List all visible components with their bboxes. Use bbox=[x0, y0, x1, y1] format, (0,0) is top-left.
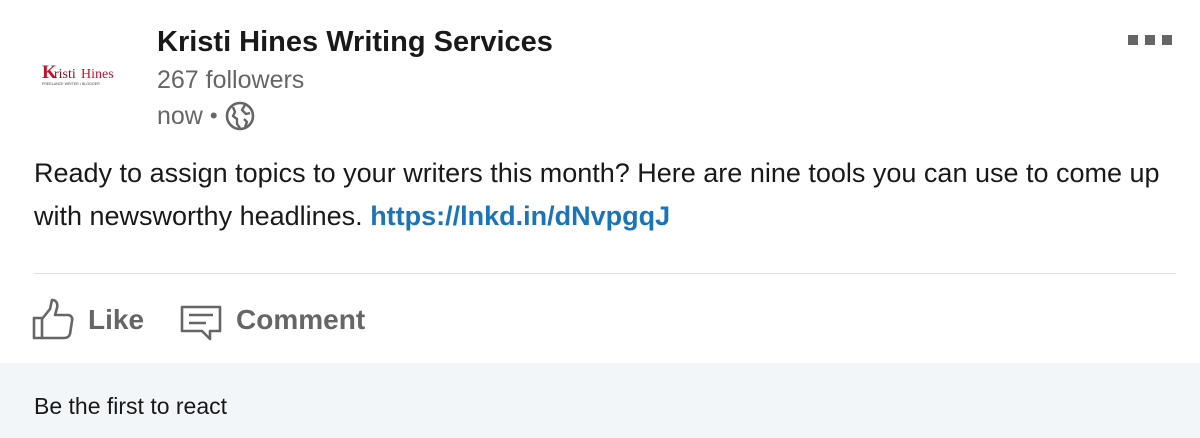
reactions-summary: Be the first to react bbox=[0, 363, 1200, 438]
post-meta: now • bbox=[157, 101, 256, 131]
post-body: Ready to assign topics to your writers t… bbox=[34, 152, 1174, 238]
separator-dot: • bbox=[209, 103, 218, 128]
company-logo-image: K risti Hines FREELANCE WRITER • BLOGGER bbox=[42, 62, 114, 86]
post-link[interactable]: https://lnkd.in/dNvpgqJ bbox=[370, 201, 670, 231]
svg-text:Hines: Hines bbox=[81, 67, 114, 82]
divider bbox=[34, 273, 1176, 274]
like-button[interactable]: Like bbox=[30, 297, 144, 343]
more-options-icon-dot bbox=[1145, 35, 1155, 45]
author-name[interactable]: Kristi Hines Writing Services bbox=[157, 26, 553, 59]
comment-icon bbox=[180, 305, 222, 341]
more-options-icon bbox=[1128, 35, 1138, 45]
post-timestamp: now bbox=[157, 101, 203, 130]
thumbs-up-icon bbox=[32, 298, 74, 340]
social-actions: Like Comment bbox=[30, 292, 399, 348]
more-options-icon-dot bbox=[1162, 35, 1172, 45]
follower-count: 267 followers bbox=[157, 66, 305, 94]
svg-text:FREELANCE WRITER • BLOGGER: FREELANCE WRITER • BLOGGER bbox=[42, 82, 100, 86]
svg-text:risti: risti bbox=[54, 67, 76, 82]
like-label: Like bbox=[88, 304, 145, 335]
company-logo[interactable]: K risti Hines FREELANCE WRITER • BLOGGER bbox=[36, 52, 136, 98]
feed-post: K risti Hines FREELANCE WRITER • BLOGGER… bbox=[0, 0, 1200, 438]
globe-icon bbox=[225, 101, 254, 131]
comment-button[interactable]: Comment bbox=[178, 297, 365, 343]
reactions-text: Be the first to react bbox=[34, 393, 228, 419]
more-options-button[interactable] bbox=[1124, 30, 1176, 50]
comment-label: Comment bbox=[236, 304, 366, 335]
